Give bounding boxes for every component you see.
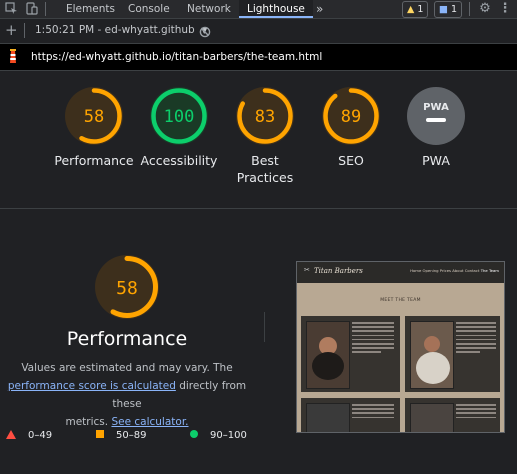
thumb-heading: MEET THE TEAM: [380, 298, 421, 303]
tab-console[interactable]: Console: [128, 0, 170, 18]
devtools-tabbar: Elements Console Network Lighthouse » ▲ …: [0, 0, 517, 19]
thumb-text-lines: [456, 322, 496, 356]
more-options-icon[interactable]: ⋮: [498, 2, 512, 16]
tab-network[interactable]: Network: [187, 0, 231, 18]
thumb-card-4: [405, 398, 500, 432]
warning-icon: ▲: [407, 4, 415, 15]
thumb-card-3: [301, 398, 400, 432]
gauge-performance[interactable]: 58 Performance: [49, 87, 139, 169]
tab-lighthouse[interactable]: Lighthouse: [239, 0, 313, 18]
thumb-body: MEET THE TEAM: [297, 283, 504, 432]
thumb-photo: [306, 321, 350, 389]
performance-score: 58: [84, 107, 104, 127]
accessibility-score: 100: [164, 107, 195, 127]
seo-gauge-ring: 89: [322, 87, 380, 145]
report-select[interactable]: 1:50:21 PM - ed-whyatt.github ▼: [35, 24, 207, 36]
green-circle-icon: [190, 430, 198, 438]
thumb-navbar: ✂ Titan Barbers Home Opening Prices Abou…: [297, 262, 504, 283]
orange-square-icon: [96, 430, 104, 438]
thumb-card-2: [405, 316, 500, 392]
thumb-photo: [410, 403, 454, 432]
lighthouse-toolbar: + 1:50:21 PM - ed-whyatt.github ▼: [0, 19, 517, 44]
thumb-card-1: [301, 316, 400, 392]
best-practices-score: 83: [255, 107, 275, 127]
best-practices-label: Best Practices: [236, 153, 294, 185]
tabbar-divider: [469, 2, 470, 16]
warning-count: 1: [417, 4, 424, 15]
performance-heading: Performance: [66, 328, 188, 350]
page-screenshot-thumbnail[interactable]: ✂ Titan Barbers Home Opening Prices Abou…: [296, 261, 505, 433]
message-icon: ■: [439, 4, 448, 15]
toolbar-divider: [24, 23, 25, 38]
score-calculated-link[interactable]: performance score is calculated: [8, 380, 176, 392]
gauge-seo[interactable]: 89 SEO: [306, 87, 396, 169]
pwa-label: PWA: [422, 153, 450, 168]
svg-text:PWA: PWA: [423, 102, 449, 113]
performance-label: Performance: [54, 153, 134, 168]
section-divider: [264, 312, 265, 342]
gauge-pwa[interactable]: PWA PWA: [391, 87, 481, 169]
performance-large-gauge: 58: [95, 255, 159, 323]
url-bar: https://ed-whyatt.github.io/titan-barber…: [0, 44, 517, 71]
audited-url[interactable]: https://ed-whyatt.github.io/titan-barber…: [31, 51, 322, 63]
best-practices-gauge-ring: 83: [236, 87, 294, 145]
legend-pass: 90–100: [190, 430, 247, 441]
thumb-scissors-icon: ✂: [304, 266, 310, 274]
thumb-photo: [306, 403, 350, 432]
messages-badge[interactable]: ■ 1: [434, 1, 463, 18]
thumb-nav-links: Home Opening Prices About Contact The Te…: [410, 268, 499, 273]
red-triangle-icon: [6, 430, 16, 439]
accessibility-label: Accessibility: [140, 153, 218, 168]
performance-description: Values are estimated and may vary. The p…: [7, 362, 247, 428]
legend-fail: 0–49: [6, 430, 52, 441]
warnings-badge[interactable]: ▲ 1: [402, 1, 429, 18]
gauge-best-practices[interactable]: 83 Best Practices: [220, 87, 310, 186]
legend-average: 50–89: [96, 430, 146, 441]
see-calculator-link[interactable]: See calculator.: [111, 416, 188, 428]
thumb-text-lines: [456, 404, 496, 421]
thumb-text-lines: [352, 404, 394, 421]
thumb-brand: Titan Barbers: [314, 267, 363, 275]
performance-gauge-ring: 58: [65, 87, 123, 145]
clear-report-icon[interactable]: [199, 23, 211, 42]
report-select-label: 1:50:21 PM - ed-whyatt.github: [35, 24, 195, 36]
category-gauges: 58 Performance 100 Accessibility 83 Best…: [0, 70, 517, 209]
accessibility-gauge-ring: 100: [150, 87, 208, 145]
pwa-badge-icon: PWA: [407, 87, 465, 145]
gauge-accessibility[interactable]: 100 Accessibility: [134, 87, 224, 169]
seo-score: 89: [341, 107, 361, 127]
message-count: 1: [451, 4, 458, 15]
more-tabs-icon[interactable]: »: [316, 0, 323, 18]
legend-average-range: 50–89: [116, 430, 147, 441]
lighthouse-logo-icon: [7, 49, 19, 69]
thumb-photo: [410, 321, 454, 389]
thumb-text-lines: [352, 322, 394, 356]
tabbar-divider: [45, 2, 46, 16]
tab-elements[interactable]: Elements: [66, 0, 115, 18]
legend-fail-range: 0–49: [28, 430, 53, 441]
settings-gear-icon[interactable]: ⚙: [478, 2, 492, 16]
performance-large-score: 58: [116, 278, 138, 299]
seo-label: SEO: [338, 153, 364, 168]
legend-pass-range: 90–100: [210, 430, 247, 441]
inspect-element-icon[interactable]: [4, 2, 18, 16]
device-toolbar-icon[interactable]: [24, 2, 38, 16]
new-report-plus-icon[interactable]: +: [5, 22, 18, 38]
